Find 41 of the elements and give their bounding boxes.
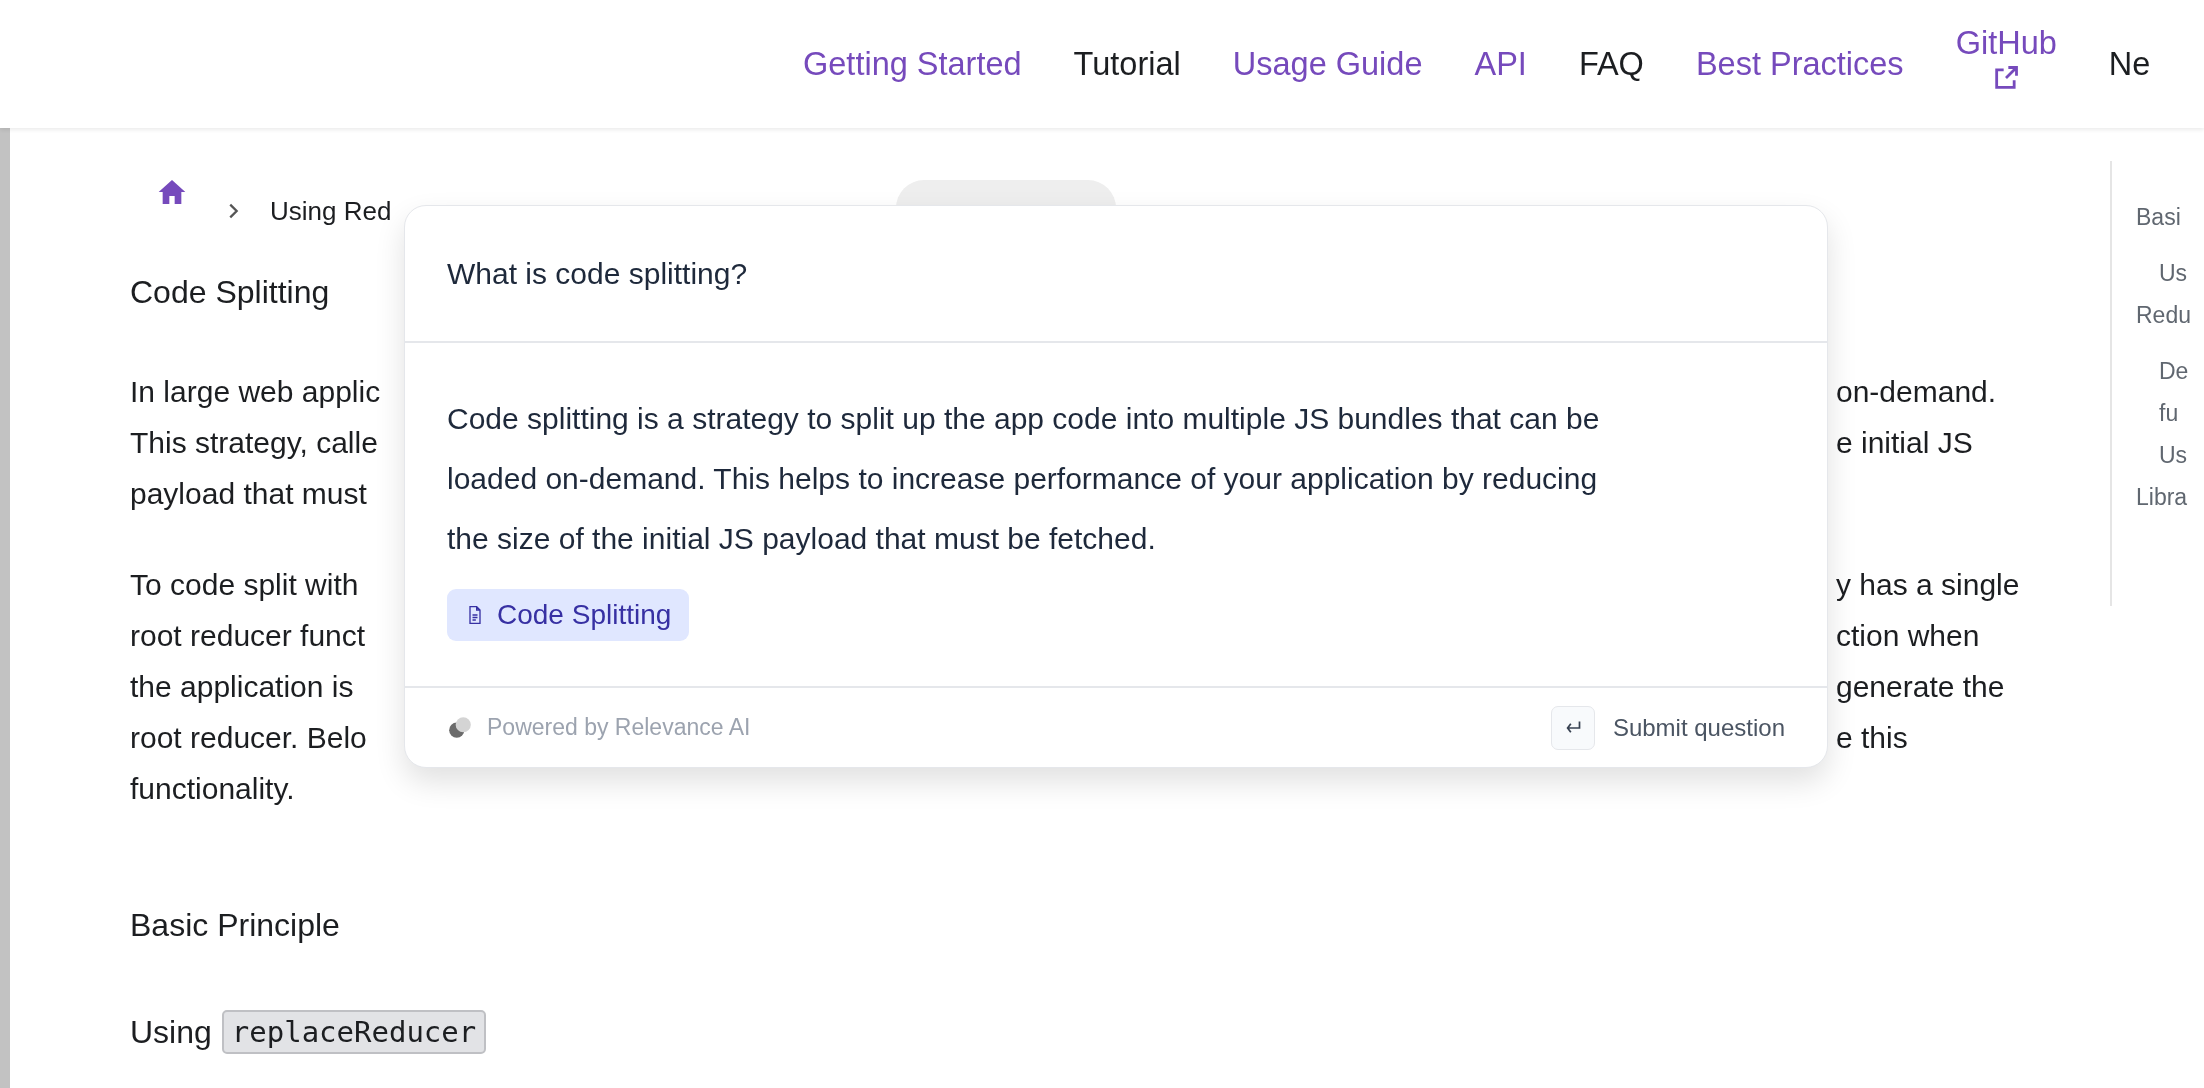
paragraph-text: y has a single (1836, 567, 2020, 603)
section-heading: Basic Principle (130, 906, 341, 945)
source-chip[interactable]: Code Splitting (447, 589, 690, 641)
question-text: What is code splitting? (447, 256, 748, 291)
paragraph-text: functionality. (130, 771, 295, 807)
answer-text: Code splitting is a strategy to split up the app code into multiple JS bundles that can be loaded on-demand. This helps to increase performance of your application by reducing the size of the initial JS payload that must be fetched. (447, 401, 1601, 557)
nav-link[interactable]: Tutorial (1073, 45, 1181, 83)
paragraph-text: In large web applic (130, 374, 381, 410)
toc-link[interactable]: Basi (2136, 201, 2204, 233)
paragraph-text: root reducer funct (130, 618, 366, 654)
toc-link[interactable]: Libra (2136, 481, 2204, 513)
article-title: Code Splitting (130, 273, 330, 312)
paragraph-text: root reducer. Belo (130, 720, 367, 756)
nav-link[interactable]: Best Practices (1695, 45, 1904, 83)
paragraph-text: e this (1836, 720, 1908, 756)
paragraph-text: generate the (1836, 669, 2005, 705)
nav-link[interactable]: Usage Guide (1232, 45, 1423, 83)
toc-link[interactable]: Us (2136, 257, 2204, 289)
nav-link[interactable]: FAQ (1578, 45, 1644, 83)
enter-key-icon (1550, 705, 1595, 750)
toc-link[interactable]: Us (2136, 439, 2204, 471)
logo-icon (447, 714, 473, 741)
paragraph-text: To code split with (130, 567, 359, 603)
submit-hint: Submit question (1612, 713, 1785, 742)
breadcrumb-link[interactable]: Using Red (270, 196, 392, 227)
paragraph-text: payload that must (130, 476, 367, 512)
paragraph-text: This strategy, calle (130, 425, 378, 461)
nav-link[interactable]: Getting Started (803, 45, 1022, 83)
paragraph-text: ction when (1836, 618, 1980, 654)
nav-link[interactable]: API (1474, 45, 1527, 83)
inline-code: replaceReducer (221, 1010, 487, 1054)
toc-link[interactable]: De (2136, 355, 2204, 387)
powered-by-text: Powered by Relevance AI (487, 714, 751, 741)
paragraph-text: on-demand. (1836, 374, 1997, 410)
paragraph-text: e initial JS (1836, 425, 1973, 461)
nav-link[interactable]: Ne (2108, 45, 2151, 83)
subsection-heading: Using (130, 1013, 212, 1051)
paragraph-text: the application is (130, 669, 354, 705)
nav-link[interactable]: GitHub (1955, 24, 2057, 92)
toc-link[interactable]: Redu (2136, 299, 2204, 331)
toc-link[interactable]: fu (2136, 397, 2204, 429)
